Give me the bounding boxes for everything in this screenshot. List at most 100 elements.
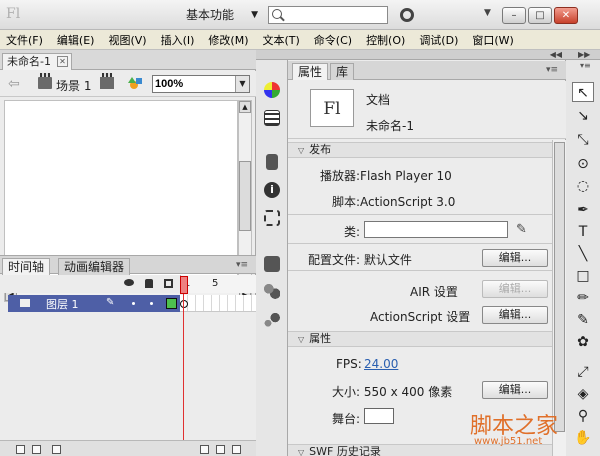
components-panel-icon[interactable] <box>264 284 280 300</box>
outline-color-swatch[interactable] <box>166 298 177 309</box>
menu-text[interactable]: 文本(T) <box>262 32 299 48</box>
tab-library[interactable]: 库 <box>330 63 355 80</box>
tab-motion-editor[interactable]: 动画编辑器 <box>58 258 131 275</box>
close-button[interactable]: ✕ <box>554 7 578 24</box>
brush-tool-icon[interactable]: ✎ <box>572 310 594 330</box>
menu-view[interactable]: 视图(V) <box>108 32 146 48</box>
zoom-combobox[interactable]: ▼ <box>152 75 250 93</box>
swatches-panel-icon[interactable] <box>264 110 280 126</box>
visibility-dot[interactable] <box>132 302 135 305</box>
tab-properties[interactable]: 属性 <box>292 63 329 80</box>
keyframe[interactable] <box>180 300 188 308</box>
back-arrow-icon[interactable]: ⇦ <box>8 76 20 92</box>
panel-menu-icon[interactable]: ▾≡ <box>580 61 591 70</box>
align-panel-icon[interactable] <box>266 154 278 170</box>
help-search-box[interactable] <box>268 6 388 24</box>
eye-icon[interactable] <box>124 279 134 286</box>
onion-skin-icon[interactable] <box>200 445 209 454</box>
scene-label[interactable]: 场景 1 <box>56 77 91 94</box>
maximize-button[interactable]: □ <box>528 7 552 24</box>
pencil-tool-icon[interactable]: ✏ <box>572 288 594 308</box>
workspace-switcher[interactable]: 基本功能 ▼ <box>180 5 262 25</box>
menu-debug[interactable]: 调试(D) <box>419 32 458 48</box>
menu-window[interactable]: 窗口(W) <box>472 32 513 48</box>
deco-tool-icon[interactable]: ✿ <box>572 332 594 352</box>
timeline-tab-bar: 时间轴 动画编辑器 ▾≡ <box>0 255 256 275</box>
edit-air-settings-button[interactable]: 编辑... <box>482 280 548 298</box>
chevron-down-icon[interactable]: ▼ <box>484 8 491 18</box>
watermark-url: www.jb51.net <box>474 436 543 447</box>
bone-tool-icon[interactable]: ⤢ <box>572 362 594 382</box>
playhead[interactable] <box>180 276 188 294</box>
menu-control[interactable]: 控制(O) <box>366 32 405 48</box>
transform-panel-icon[interactable] <box>264 210 280 226</box>
edit-scene-icon[interactable] <box>100 73 114 89</box>
edit-size-button[interactable]: 编辑... <box>482 381 548 399</box>
menu-insert[interactable]: 插入(I) <box>161 32 195 48</box>
tab-timeline[interactable]: 时间轴 <box>2 258 51 275</box>
section-publish-header[interactable]: ▽ 发布 <box>288 142 552 158</box>
section-properties-header[interactable]: ▽ 属性 <box>288 331 552 347</box>
selection-tool-icon[interactable]: ↖ <box>572 82 594 102</box>
3d-rotation-tool-icon[interactable]: ⊙ <box>572 154 594 174</box>
stage-color-swatch[interactable] <box>364 408 394 424</box>
subselection-tool-icon[interactable]: ↘ <box>572 106 594 126</box>
edit-symbol-icon[interactable] <box>128 75 144 91</box>
actions-panel-icon[interactable] <box>264 256 280 272</box>
zoom-input[interactable] <box>155 77 233 91</box>
document-tab-bar: 未命名-1 ✕ <box>0 50 256 70</box>
fps-value[interactable]: 24.00 <box>364 357 398 371</box>
layer-row[interactable]: 图层 1 ✎ <box>8 295 180 312</box>
expand-icon[interactable]: ▶▶ <box>578 50 590 59</box>
menu-commands[interactable]: 命令(C) <box>314 32 352 48</box>
panel-grip[interactable]: ▶▶ <box>566 50 600 60</box>
lock-icon[interactable] <box>145 279 153 288</box>
collapse-triangle-icon: ▽ <box>298 146 305 155</box>
new-layer-icon[interactable] <box>16 445 25 454</box>
text-tool-icon[interactable]: T <box>572 222 594 242</box>
eyedropper-tool-icon[interactable]: ⚲ <box>572 406 594 426</box>
close-icon[interactable]: ✕ <box>56 56 68 67</box>
free-transform-tool-icon[interactable]: ⤡ <box>572 130 594 150</box>
frame-row[interactable] <box>180 295 256 312</box>
panel-grip[interactable] <box>256 50 288 60</box>
lock-dot[interactable] <box>150 302 153 305</box>
layer-icon <box>20 299 30 307</box>
search-input[interactable] <box>285 8 385 22</box>
color-panel-icon[interactable] <box>264 82 280 98</box>
layer-name[interactable]: 图层 1 <box>46 296 79 312</box>
player-value: Flash Player 10 <box>360 169 452 183</box>
panel-grip[interactable]: ◀◀ <box>288 50 566 60</box>
chevron-down-icon[interactable]: ▼ <box>235 76 249 92</box>
menu-edit[interactable]: 编辑(E) <box>57 32 95 48</box>
line-tool-icon[interactable]: ╲ <box>572 244 594 264</box>
panel-menu-icon[interactable]: ▾≡ <box>236 260 248 270</box>
document-tab[interactable]: 未命名-1 ✕ <box>2 53 72 70</box>
edit-actionscript-settings-button[interactable]: 编辑... <box>482 306 548 324</box>
new-folder-icon[interactable] <box>32 445 41 454</box>
class-input[interactable] <box>364 221 508 238</box>
collapse-icon[interactable]: ◀◀ <box>550 50 562 59</box>
frame-ruler[interactable]: 1 5 <box>180 275 256 293</box>
scroll-thumb[interactable] <box>554 142 565 432</box>
trash-icon[interactable] <box>52 445 61 454</box>
edit-multiple-frames-icon[interactable] <box>232 445 241 454</box>
sync-settings-icon[interactable] <box>400 8 414 22</box>
scroll-up-icon[interactable]: ▲ <box>239 101 251 113</box>
edit-profile-button[interactable]: 编辑... <box>482 249 548 267</box>
scroll-thumb[interactable] <box>239 161 251 231</box>
pen-tool-icon[interactable]: ✒ <box>572 200 594 220</box>
panel-menu-icon[interactable]: ▾≡ <box>546 65 558 75</box>
menu-file[interactable]: 文件(F) <box>6 32 43 48</box>
minimize-button[interactable]: – <box>502 7 526 24</box>
lasso-tool-icon[interactable]: ◌ <box>572 176 594 196</box>
menu-modify[interactable]: 修改(M) <box>208 32 248 48</box>
paint-bucket-tool-icon[interactable]: ◈ <box>572 384 594 404</box>
info-icon[interactable]: i <box>264 182 280 198</box>
outline-icon[interactable] <box>164 279 173 288</box>
hand-tool-icon[interactable]: ✋ <box>572 428 594 448</box>
motion-presets-icon[interactable] <box>264 312 280 328</box>
onion-outline-icon[interactable] <box>216 445 225 454</box>
pencil-icon[interactable]: ✎ <box>516 222 527 237</box>
rectangle-tool-icon[interactable]: □ <box>572 266 594 286</box>
